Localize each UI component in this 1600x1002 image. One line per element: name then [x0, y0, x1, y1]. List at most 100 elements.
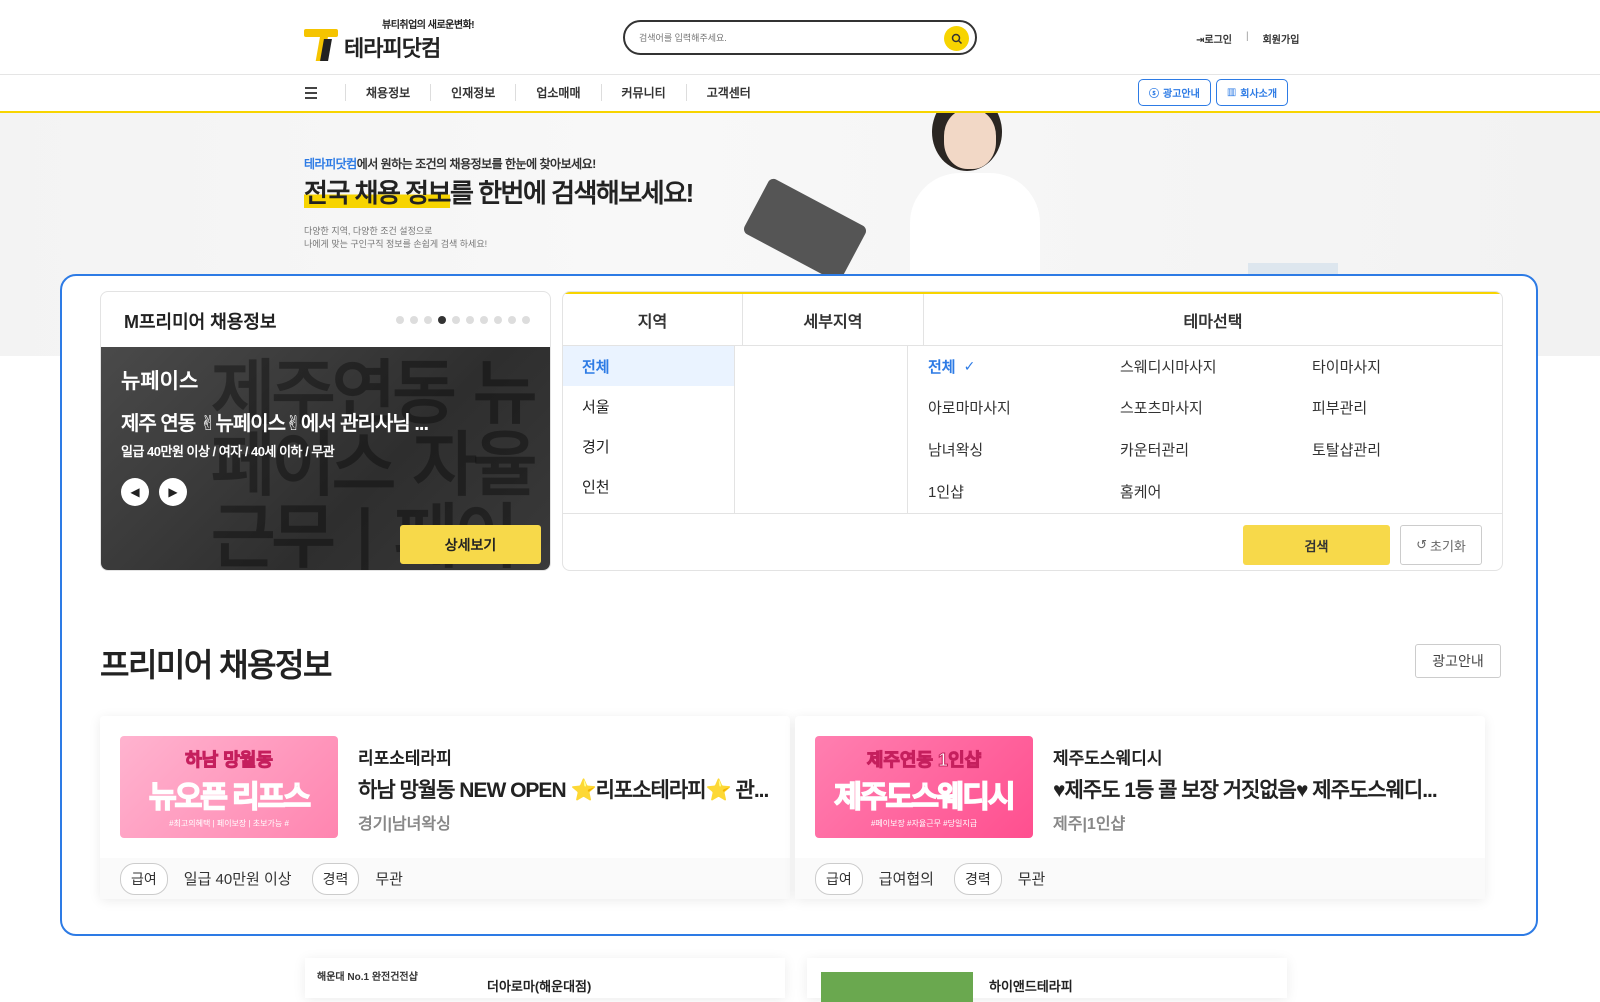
carousel-dot[interactable] — [452, 316, 460, 324]
filter-reset-button[interactable]: ↺ 초기화 — [1400, 525, 1482, 565]
next-slide-icon[interactable]: ▶ — [159, 478, 187, 506]
region-option[interactable]: 서울 — [563, 386, 734, 426]
theme-option[interactable]: 피부관리 — [1312, 388, 1502, 428]
slide-conditions: 일급 40만원 이상 / 여자 / 40세 이하 / 무관 — [121, 444, 335, 459]
carousel-dot[interactable] — [480, 316, 488, 324]
carousel-dot[interactable] — [410, 316, 418, 324]
building-icon: ▥ — [1226, 87, 1237, 98]
search-input[interactable] — [639, 32, 929, 43]
theme-option[interactable]: 1인샵 — [928, 471, 1120, 511]
job-card-thumbnail — [821, 972, 973, 1002]
carousel-dot[interactable] — [522, 316, 530, 324]
hero-description: 다양한 지역, 다양한 조건 설정으로 나에게 맞는 구인구직 정보를 손쉽게 검… — [304, 226, 488, 249]
logo-mark-icon — [304, 25, 340, 63]
carousel-dot[interactable] — [424, 316, 432, 324]
theme-option[interactable]: 남녀왁싱 — [928, 430, 1120, 470]
career-value: 무관 — [1017, 871, 1046, 888]
filter-header-region: 지역 — [563, 294, 743, 345]
signup-link[interactable]: 회원가입 — [1263, 31, 1300, 46]
job-card[interactable]: 해운대 No.1 완전건전샵 더아로마(해운대점) — [305, 958, 785, 998]
job-card-company: 제주도스웨디시 — [1053, 749, 1163, 768]
nav-item-support[interactable]: 고객센터 — [685, 84, 771, 101]
divider: | — [1246, 31, 1249, 42]
company-intro-button[interactable]: ▥ 회사소개 — [1215, 79, 1289, 106]
theme-option[interactable]: 토탈샵관리 — [1312, 430, 1502, 470]
site-header: 뷰티취업의 새로운변화! 테라피닷컴 ⇥로그인 | 회원가입 — [0, 0, 1600, 75]
carousel-dot[interactable] — [508, 316, 516, 324]
site-logo[interactable]: 뷰티취업의 새로운변화! 테라피닷컴 — [304, 16, 475, 63]
slide-headline: 제주 연동 ✌뉴페이스✌에서 관리사님 ... — [121, 413, 429, 435]
check-icon: ✓ — [963, 357, 976, 374]
job-card-thumbnail: 제주연동 1인샵 제주도스웨디시 #페이보장 #자율근무 #당일지급 — [815, 736, 1033, 838]
job-card[interactable]: 하남 망월동 뉴오픈 리프스 #최고의혜택 | 페이보장 | 초보가능 # 리포… — [100, 716, 790, 899]
reset-icon: ↺ — [1416, 537, 1427, 552]
region-option[interactable]: 전체 — [563, 346, 735, 386]
theme-option[interactable]: 타이마사지 — [1312, 346, 1502, 386]
carousel-slide[interactable]: 제주연동 뉴페이스 자율근무 | 페이보장 뉴페이스 제주 연동 ✌뉴페이스✌에… — [101, 347, 550, 570]
logo-name: 테라피닷컴 — [344, 36, 441, 61]
pay-tag: 급여 — [815, 862, 863, 895]
carousel-dots — [396, 316, 530, 324]
login-link[interactable]: ⇥로그인 — [1196, 31, 1232, 46]
job-card-headline: 하남 망월동 NEW OPEN ⭐리포소테라피⭐ 관... — [358, 779, 769, 802]
ad-info-button[interactable]: ⓢ 광고안내 — [1138, 79, 1211, 106]
search-panel: M프리미어 채용정보 제주연동 뉴페이스 자율근무 | 페이보장 뉴페이스 제주… — [60, 274, 1538, 936]
auth-links: ⇥로그인 | 회원가입 — [1196, 31, 1299, 46]
theme-option[interactable]: 아로마마사지 — [928, 388, 1120, 428]
pay-value: 일급 40만원 이상 — [183, 871, 292, 888]
region-list: 전체 서울 경기 인천 — [563, 346, 736, 513]
job-card-company: 리포소테라피 — [358, 749, 452, 768]
nav-item-talent[interactable]: 인재정보 — [430, 84, 515, 101]
filter-search-button[interactable]: 검색 — [1243, 525, 1390, 565]
hero-person-image — [741, 113, 1070, 284]
job-card-footer: 급여 급여협의 경력 무관 — [795, 858, 1485, 899]
search-button[interactable] — [944, 26, 969, 51]
logo-tagline: 뷰티취업의 새로운변화! — [382, 20, 475, 31]
job-card-footer: 급여 일급 40만원 이상 경력 무관 — [100, 858, 790, 899]
filter-header-theme: 테마선택 — [1183, 313, 1243, 331]
carousel-dot[interactable] — [396, 316, 404, 324]
theme-option[interactable]: 홈케어 — [1120, 471, 1312, 511]
career-tag: 경력 — [311, 862, 360, 895]
search-box — [623, 20, 977, 55]
job-card[interactable]: 하이앤드테라피 — [807, 958, 1287, 1002]
carousel-dot[interactable] — [494, 316, 502, 324]
pay-tag: 급여 — [120, 862, 168, 895]
coin-icon: ⓢ — [1149, 89, 1159, 100]
job-card-headline: ♥제주도 1등 콜 보장 거짓없음♥ 제주도스웨디... — [1053, 779, 1438, 802]
job-card-location: 제주|1인샵 — [1053, 816, 1126, 833]
job-card-company: 하이앤드테라피 — [989, 979, 1073, 994]
nav-item-business-trade[interactable]: 업소매매 — [515, 84, 600, 101]
job-card-location: 경기|남녀왁싱 — [358, 816, 451, 833]
m-premium-box: M프리미어 채용정보 제주연동 뉴페이스 자율근무 | 페이보장 뉴페이스 제주… — [100, 291, 551, 571]
slide-company: 뉴페이스 — [121, 370, 199, 393]
theme-list: 전체 ✓ 스웨디시마사지 타이마사지 아로마마사지 스포츠마사지 피부관리 남녀왁… — [908, 346, 1502, 513]
premium-ad-button[interactable]: 광고안내 — [1415, 644, 1501, 678]
job-card-thumbnail-text: 해운대 No.1 완전건전샵 — [317, 972, 418, 983]
hero-title: 전국 채용 정보를 한번에 검색해보세요! — [304, 178, 694, 208]
filter-header-subregion: 세부지역 — [743, 294, 924, 345]
theme-option[interactable]: 스웨디시마사지 — [1120, 346, 1312, 386]
nav-item-jobs[interactable]: 채용정보 — [345, 84, 430, 101]
region-option[interactable]: 인천 — [563, 466, 734, 506]
menu-icon[interactable] — [305, 87, 317, 102]
hero-subtitle: 테라피닷컴에서 원하는 조건의 채용정보를 한눈에 찾아보세요! — [304, 157, 596, 171]
theme-option[interactable]: 카운터관리 — [1120, 430, 1312, 470]
nav-item-community[interactable]: 커뮤니티 — [600, 84, 686, 101]
carousel-dot[interactable] — [438, 316, 446, 324]
job-card[interactable]: 제주연동 1인샵 제주도스웨디시 #페이보장 #자율근무 #당일지급 제주도스웨… — [795, 716, 1485, 899]
region-option[interactable]: 경기 — [563, 426, 734, 466]
career-tag: 경력 — [953, 862, 1002, 895]
theme-option[interactable]: 스포츠마사지 — [1120, 388, 1312, 428]
job-card-thumbnail: 하남 망월동 뉴오픈 리프스 #최고의혜택 | 페이보장 | 초보가능 # — [120, 736, 338, 838]
job-card-company: 더아로마(해운대점) — [487, 979, 592, 994]
prev-slide-icon[interactable]: ◀ — [121, 478, 149, 506]
career-value: 무관 — [375, 871, 403, 888]
job-filter: 지역 세부지역 테마선택 전체 서울 경기 인천 전체 ✓ 스웨디시마사지 타이마… — [562, 291, 1503, 571]
search-icon — [951, 33, 962, 44]
theme-option[interactable]: 전체 ✓ — [928, 346, 1120, 386]
carousel-dot[interactable] — [466, 316, 474, 324]
main-nav: 채용정보 인재정보 업소매매 커뮤니티 고객센터 ⓢ 광고안내 ▥ 회사소개 — [0, 75, 1600, 113]
premium-section-title: 프리미어 채용정보 — [100, 647, 332, 683]
detail-button[interactable]: 상세보기 — [400, 525, 541, 564]
